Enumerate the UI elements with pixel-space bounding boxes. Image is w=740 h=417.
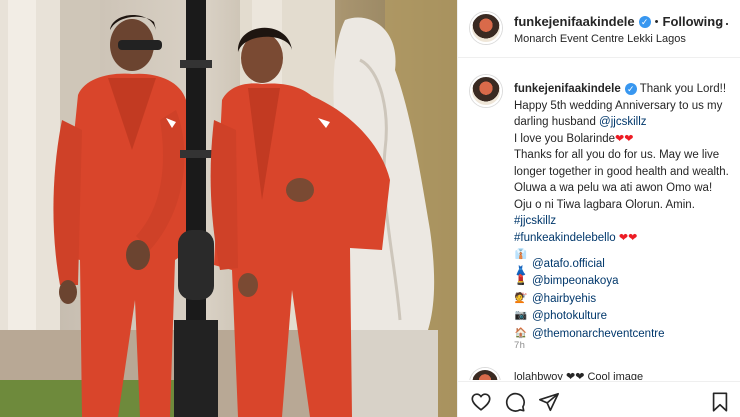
post-panel: funkejenifaakindele ✓ • Following Monarc… <box>457 0 740 417</box>
credit-handle[interactable]: @photokulture <box>532 308 607 325</box>
hearts-emoji: ❤❤ <box>618 231 638 244</box>
caption-avatar[interactable] <box>470 75 502 107</box>
caption-line-3: Thanks for all you do for us. May we liv… <box>514 149 729 211</box>
header-username[interactable]: funkejenifaakindele <box>514 14 635 29</box>
paper-plane-icon[interactable] <box>538 391 560 413</box>
haircut-emoji-icon: 💇 <box>514 292 528 304</box>
hashtag-jjcskillz[interactable]: #jjcskillz <box>514 215 556 227</box>
caption-text: funkejenifaakindele ✓ Thank you Lord!! Ha… <box>514 81 732 343</box>
separator-dot: • <box>654 15 659 28</box>
post-photo[interactable] <box>0 0 457 417</box>
header-user-row: funkejenifaakindele ✓ • Following <box>514 14 723 29</box>
action-bar <box>458 381 740 417</box>
credit-row: 📷 @photokulture <box>514 308 732 326</box>
caption-timestamp: 7h <box>514 340 526 351</box>
credits-list: 👔👗 @atafo.official 💄 @bimpeonakoya 💇 @ha… <box>514 249 732 343</box>
credit-handle[interactable]: @themonarcheventcentre <box>532 326 665 343</box>
mention-jjcskillz[interactable]: @jjcskillz <box>599 116 646 128</box>
hashtag-funkeakindelebello[interactable]: #funkeakindelebello <box>514 232 616 244</box>
commenter-avatar[interactable] <box>470 368 500 380</box>
credit-handle[interactable]: @bimpeonakoya <box>532 273 618 290</box>
credit-row: 🏠 @themonarcheventcentre <box>514 325 732 343</box>
credit-handle[interactable]: @hairbyehis <box>532 291 596 308</box>
heart-outline-icon[interactable] <box>470 391 492 413</box>
comment-text: lolahbwoy ❤❤ Cool image <box>514 371 644 380</box>
credit-row: 👔👗 @atafo.official <box>514 249 732 277</box>
caption-block: funkejenifaakindele ✓ Thank you Lord!! Ha… <box>458 59 740 359</box>
hearts-emoji: ❤❤ <box>615 132 634 145</box>
profile-avatar[interactable] <box>470 12 502 44</box>
caption-username[interactable]: funkejenifaakindele <box>514 83 621 95</box>
verified-badge-icon: ✓ <box>624 83 637 95</box>
bookmark-icon[interactable] <box>709 391 731 413</box>
credit-handle[interactable]: @atafo.official <box>532 256 605 273</box>
credit-row: 💄 @bimpeonakoya <box>514 273 732 291</box>
comment-row: lolahbwoy ❤❤ Cool image <box>458 366 740 380</box>
caption-line-2: I love you Bolarinde <box>514 132 616 145</box>
comment-icon[interactable] <box>504 391 526 413</box>
camera-emoji-icon: 📷 <box>514 310 528 321</box>
credit-row: 💇 @hairbyehis <box>514 290 732 308</box>
post-header: funkejenifaakindele ✓ • Following Monarc… <box>458 0 740 58</box>
couple-photo-illustration <box>0 0 457 417</box>
more-options-icon[interactable]: ··· <box>710 14 731 32</box>
lipstick-emoji-icon: 💄 <box>514 275 528 286</box>
location-link[interactable]: Monarch Event Centre Lekki Lagos <box>514 33 686 45</box>
verified-badge-icon: ✓ <box>638 15 651 28</box>
